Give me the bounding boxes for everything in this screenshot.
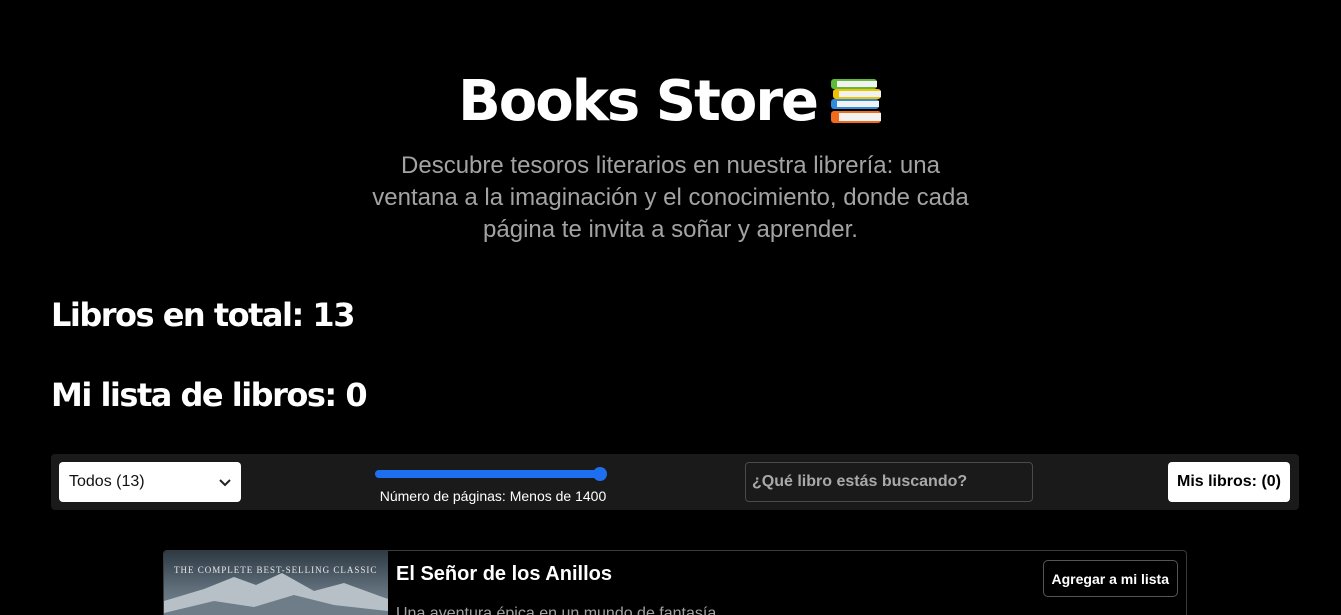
header: Books Store Descubre tesoros literarios … (0, 66, 1341, 246)
pages-slider-fill (375, 470, 601, 478)
book-title: El Señor de los Anillos (396, 563, 612, 585)
mountain-image (164, 573, 388, 615)
title-row: Books Store (0, 66, 1341, 136)
add-to-list-button[interactable]: Agregar a mi lista (1042, 560, 1178, 597)
books-stack-icon (829, 75, 883, 127)
book-card: THE COMPLETE BEST-SELLING CLASSIC El Señ… (163, 550, 1187, 615)
total-books-heading: Libros en total: 13 (51, 296, 355, 334)
cover-text: THE COMPLETE BEST-SELLING CLASSIC (174, 565, 378, 575)
filter-toolbar: Todos (13) Número de páginas: Menos de 1… (51, 454, 1299, 510)
genre-select-value: Todos (13) (69, 473, 145, 490)
search-input[interactable] (745, 462, 1033, 502)
page-subtitle: Descubre tesoros literarios en nuestra l… (372, 152, 969, 243)
pages-slider-track[interactable] (375, 467, 608, 481)
page-title: Books Store (458, 68, 819, 134)
book-cover: THE COMPLETE BEST-SELLING CLASSIC (164, 551, 388, 615)
my-list-heading: Mi lista de libros: 0 (51, 376, 368, 414)
pages-slider-thumb[interactable] (593, 467, 608, 481)
pages-slider[interactable]: Número de páginas: Menos de 1400 (373, 462, 613, 504)
book-description: Una aventura épica en un mundo de fantas… (396, 605, 717, 615)
my-books-button[interactable]: Mis libros: (0) (1167, 462, 1290, 502)
pages-slider-label: Número de páginas: Menos de 1400 (379, 488, 607, 504)
genre-select[interactable]: Todos (13) (59, 462, 241, 502)
chevron-down-icon (219, 474, 231, 490)
